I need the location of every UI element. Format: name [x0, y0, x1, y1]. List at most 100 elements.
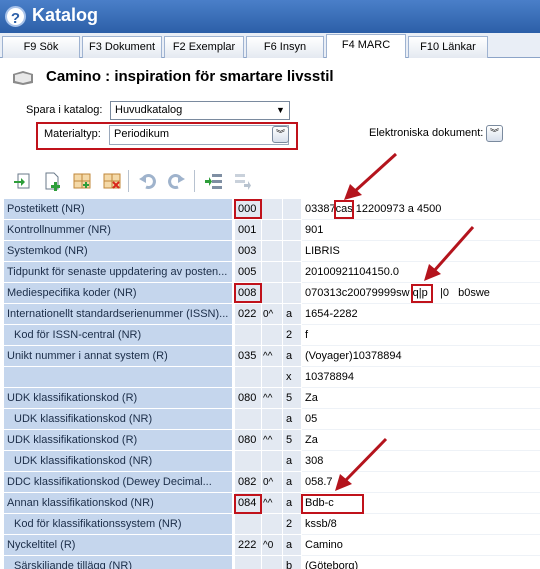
field-tag — [235, 451, 261, 472]
field-value[interactable]: 308 — [302, 451, 540, 472]
marc-row[interactable]: UDK klassifikationskod (R) 080 ^^ 5 Za — [0, 388, 540, 409]
marc-row[interactable]: Mediespecifika koder (NR) 008 070313c20079… — [0, 283, 540, 304]
subfield-code — [283, 241, 301, 262]
field-value[interactable]: 05 — [302, 409, 540, 430]
marc-row[interactable]: x 10378894 — [0, 367, 540, 388]
value-qp-highlight — [411, 284, 433, 303]
field-name: Tidpunkt för senaste uppdatering av post… — [4, 262, 233, 283]
field-value[interactable]: f — [302, 325, 540, 346]
field-tag: 001 — [235, 220, 261, 241]
spara-value: Huvudkatalog — [115, 104, 183, 116]
title-bar: ? Katalog — [0, 0, 540, 33]
subfield-code: a — [283, 535, 301, 556]
field-name: Unikt nummer i annat system (R) — [4, 346, 233, 367]
field-tag — [235, 367, 261, 388]
subfield-code: a — [283, 472, 301, 493]
field-indicators — [262, 367, 282, 388]
marc-row[interactable]: UDK klassifikationskod (NR) a 05 — [0, 409, 540, 430]
subfield-code — [283, 199, 301, 220]
field-tag — [235, 514, 261, 535]
toolbar-separator — [194, 170, 195, 192]
import-icon[interactable] — [12, 171, 32, 191]
marc-row[interactable]: Postetikett (NR) 000 03387cas 12200973 a 4… — [0, 199, 540, 220]
marc-row[interactable]: Kontrollnummer (NR) 001 901 — [0, 220, 540, 241]
elektroniska-label: Elektroniska dokument: — [369, 127, 484, 139]
undo-icon[interactable] — [138, 171, 158, 191]
field-name: Postetikett (NR) — [4, 199, 233, 220]
tab-sok[interactable]: F9 Sök — [2, 36, 80, 58]
field-value[interactable]: Za — [302, 430, 540, 451]
marc-row[interactable]: Internationellt standardserienummer (ISS… — [0, 304, 540, 325]
field-value[interactable]: LIBRIS — [302, 241, 540, 262]
subfield-code — [283, 262, 301, 283]
subfield-code: 5 — [283, 388, 301, 409]
field-value[interactable]: (Voyager)10378894 — [302, 346, 540, 367]
materialtyp-select[interactable]: Periodikum — [109, 125, 289, 145]
field-tag: 082 — [235, 472, 261, 493]
tab-dokument[interactable]: F3 Dokument — [82, 36, 162, 58]
marc-row[interactable]: Systemkod (NR) 003 LIBRIS — [0, 241, 540, 262]
marc-row[interactable]: Nyckeltitel (R) 222 ^0 a Camino — [0, 535, 540, 556]
book-icon — [13, 71, 33, 85]
marc-row[interactable]: Kod för ISSN-central (NR) 2 f — [0, 325, 540, 346]
field-value[interactable]: Za — [302, 388, 540, 409]
field-name: Nyckeltitel (R) — [4, 535, 233, 556]
tab-insyn[interactable]: F6 Insyn — [246, 36, 324, 58]
field-name: UDK klassifikationskod (R) — [4, 430, 233, 451]
field-value[interactable]: Camino — [302, 535, 540, 556]
subfield-code — [283, 283, 301, 304]
marc-row[interactable]: Tidpunkt för senaste uppdatering av post… — [0, 262, 540, 283]
field-value[interactable]: kssb/8 — [302, 514, 540, 535]
field-value[interactable]: 10378894 — [302, 367, 540, 388]
materialtyp-chevron-icon[interactable]: ︾ — [272, 126, 289, 143]
field-indicators — [262, 514, 282, 535]
tab-exemplar[interactable]: F2 Exemplar — [164, 36, 244, 58]
field-value[interactable]: 901 — [302, 220, 540, 241]
marc-row[interactable]: DDC klassifikationskod (Dewey Decimal...… — [0, 472, 540, 493]
subfield-code: a — [283, 409, 301, 430]
spara-label: Spara i katalog: — [26, 104, 103, 116]
field-value[interactable]: 1654-2282 — [302, 304, 540, 325]
field-tag: 080 — [235, 430, 261, 451]
help-icon[interactable]: ? — [5, 6, 26, 27]
subfield-code: a — [283, 451, 301, 472]
field-value[interactable]: (Göteborg) — [302, 556, 540, 569]
move-field-icon[interactable] — [204, 171, 224, 191]
tab-lankar[interactable]: F10 Länkar — [408, 36, 488, 58]
subfield-code: a — [283, 304, 301, 325]
field-name — [4, 367, 233, 388]
subfield-code: a — [283, 493, 301, 514]
add-field-icon[interactable] — [72, 171, 92, 191]
field-name: UDK klassifikationskod (NR) — [4, 451, 233, 472]
elektroniska-chevron-icon[interactable]: ︾ — [486, 125, 503, 142]
tab-marc[interactable]: F4 MARC — [326, 34, 406, 59]
toolbar — [0, 165, 540, 197]
field-value[interactable]: 20100921104150.0 — [302, 262, 540, 283]
new-document-icon[interactable] — [42, 171, 62, 191]
field-indicators — [262, 451, 282, 472]
marc-row[interactable]: Kod för klassifikationssystem (NR) 2 kssb/… — [0, 514, 540, 535]
field-name: UDK klassifikationskod (R) — [4, 388, 233, 409]
field-indicators — [262, 241, 282, 262]
field-indicators — [262, 199, 282, 220]
field-name: Kontrollnummer (NR) — [4, 220, 233, 241]
marc-row[interactable]: Särskiljande tillägg (NR) b (Göteborg) — [0, 556, 540, 569]
field-value[interactable]: 058.7 — [302, 472, 540, 493]
field-indicators — [262, 409, 282, 430]
field-indicators — [262, 220, 282, 241]
marc-row[interactable]: Annan klassifikationskod (NR) 084 ^^ a Bdb-c — [0, 493, 540, 514]
marc-row[interactable]: UDK klassifikationskod (R) 080 ^^ 5 Za — [0, 430, 540, 451]
field-tag: 005 — [235, 262, 261, 283]
marc-row[interactable]: UDK klassifikationskod (NR) a 308 — [0, 451, 540, 472]
tag-000-highlight — [234, 199, 262, 219]
field-indicators: 0^ — [262, 472, 282, 493]
marc-grid: Postetikett (NR) 000 03387cas 12200973 a 4… — [0, 199, 540, 569]
field-indicators — [262, 283, 282, 304]
marc-row[interactable]: Unikt nummer i annat system (R) 035 ^^ a (Vo… — [0, 346, 540, 367]
redo-icon[interactable] — [166, 171, 186, 191]
field-tag — [235, 409, 261, 430]
field-indicators: ^^ — [262, 346, 282, 367]
spara-select[interactable]: Huvudkatalog ▼ — [110, 101, 290, 120]
delete-field-icon[interactable] — [102, 171, 122, 191]
disabled-action-icon — [235, 174, 251, 190]
